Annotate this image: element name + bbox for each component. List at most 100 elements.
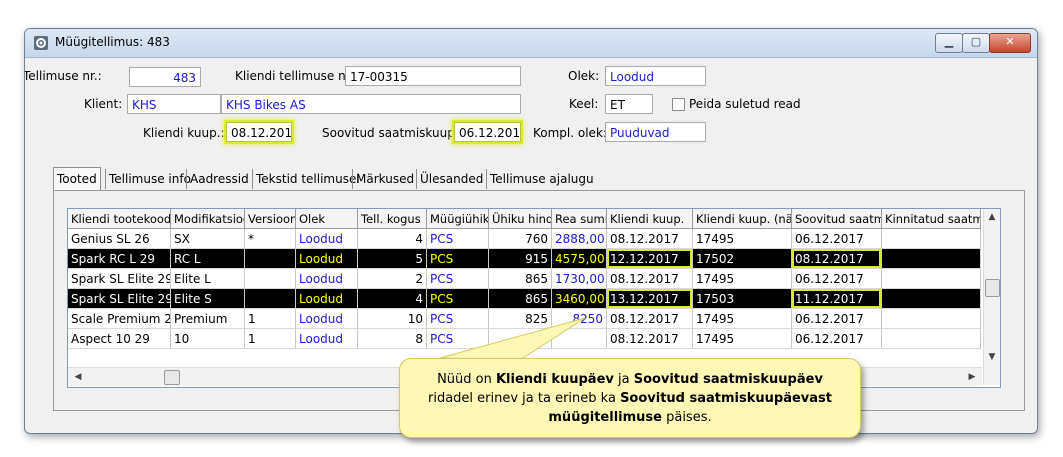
cell-row-sum: 2888,00 (552, 229, 607, 249)
col-header-product-code[interactable]: Kliendi tootekood (68, 209, 171, 229)
table-row[interactable]: Spark SL Elite 29 Elite S Loodud 4 PCS 8… (68, 289, 981, 309)
cell-version (245, 269, 296, 289)
minimize-button[interactable]: ▁ (935, 33, 963, 53)
cell-confirmed-ship (882, 269, 981, 289)
client-name-field[interactable]: KHS Bikes AS (221, 94, 521, 114)
status-label: Olek: (568, 69, 600, 83)
tab-ulesanded[interactable]: Ülesanded (416, 169, 486, 189)
cell-product-code: Spark SL Elite 29 (68, 289, 171, 309)
cell-product-code: Aspect 10 29 (68, 329, 171, 349)
cell-unit-price: 865 (489, 289, 552, 309)
maximize-button[interactable]: ▢ (962, 33, 990, 53)
table-row[interactable]: Scale Premium 26 Premium 1 Loodud 10 PCS… (68, 309, 981, 329)
vertical-scrollbar[interactable]: ▲ ▼ (983, 209, 1000, 385)
client-order-nr-field[interactable]: 17-00315 (345, 66, 521, 86)
cell-row-sum: 1730,00 (552, 269, 607, 289)
cell-client-date: 08.12.2017 (607, 309, 693, 329)
cell-status: Loodud (296, 289, 358, 309)
cell-confirmed-ship (882, 249, 981, 269)
language-label: Keel: (569, 97, 599, 111)
col-header-row-sum[interactable]: Rea summ (552, 209, 607, 229)
cell-unit-price: 915 (489, 249, 552, 269)
cell-quantity: 4 (358, 229, 427, 249)
cell-client-date: 08.12.2017 (607, 229, 693, 249)
cell-modification: SX (171, 229, 245, 249)
tab-tooted[interactable]: Tooted (53, 167, 101, 192)
col-header-quantity[interactable]: Tell. kogus (358, 209, 427, 229)
table-row[interactable]: Aspect 10 29 10 1 Loodud 8 PCS 7 08.12.2… (68, 329, 981, 349)
cell-unit: PCS (427, 289, 489, 309)
cell-client-week: 17503 (693, 289, 792, 309)
scroll-down-arrow-icon[interactable]: ▼ (984, 349, 1000, 365)
cell-unit-price: 865 (489, 269, 552, 289)
order-nr-field[interactable]: 483 (129, 67, 201, 87)
callout-text-1: Nüüd on (437, 372, 496, 387)
cell-desired-ship: 11.12.2017 (792, 289, 882, 309)
col-header-desired-ship[interactable]: Soovitud saatmis (792, 209, 882, 229)
tab-tellimuse-info[interactable]: Tellimuse info (105, 169, 194, 189)
table-row[interactable]: Spark RC L 29 RC L Loodud 5 PCS 915 4575… (68, 249, 981, 269)
desired-ship-date-field[interactable]: 06.12.2017 (454, 122, 521, 142)
client-code-field[interactable]: KHS (127, 94, 221, 114)
scroll-right-arrow-icon[interactable]: ▶ (964, 368, 980, 386)
cell-modification: Elite L (171, 269, 245, 289)
tab-markused[interactable]: Märkused (352, 169, 417, 189)
col-header-unit-price[interactable]: Ühiku hind (489, 209, 552, 229)
callout-text-2: ja (613, 372, 634, 387)
callout-bold-client-date: Kliendi kuupäev (495, 372, 614, 387)
cell-modification: Elite S (171, 289, 245, 309)
cell-status: Loodud (296, 309, 358, 329)
cell-row-sum (552, 329, 607, 349)
cell-confirmed-ship (882, 289, 981, 309)
client-order-nr-label: Kliendi tellimuse nr.: (235, 69, 358, 83)
status-field[interactable]: Loodud (605, 66, 706, 86)
col-header-client-week[interactable]: Kliendi kuup. (näd (693, 209, 792, 229)
cell-client-week: 17495 (693, 329, 792, 349)
cell-quantity: 10 (358, 309, 427, 329)
cell-product-code: Spark SL Elite 29 (68, 269, 171, 289)
cell-row-sum: 8250 (552, 309, 607, 329)
cell-desired-ship: 06.12.2017 (792, 269, 882, 289)
tab-tellimuse-ajalugu[interactable]: Tellimuse ajalugu (486, 169, 597, 189)
cell-status: Loodud (296, 329, 358, 349)
completion-label: Kompl. olek: (533, 126, 607, 140)
hide-closed-label: Peida suletud read (689, 97, 801, 111)
vertical-scroll-thumb[interactable] (985, 279, 1000, 297)
tab-aadressid[interactable]: Aadressid (186, 169, 252, 189)
cell-product-code: Spark RC L 29 (68, 249, 171, 269)
col-header-version[interactable]: Versioon (245, 209, 296, 229)
scroll-up-arrow-icon[interactable]: ▲ (984, 209, 1000, 225)
table-row[interactable]: Genius SL 26 SX * Loodud 4 PCS 760 2888,… (68, 229, 981, 249)
scroll-left-arrow-icon[interactable]: ◀ (70, 368, 86, 386)
completion-field[interactable]: Puuduvad (605, 122, 706, 142)
cell-unit: PCS (427, 269, 489, 289)
cell-desired-ship: 06.12.2017 (792, 329, 882, 349)
cell-client-week: 17502 (693, 249, 792, 269)
hide-closed-checkbox[interactable] (672, 98, 685, 111)
horizontal-scroll-thumb[interactable] (164, 370, 180, 385)
language-field[interactable]: ET (605, 94, 653, 114)
cell-unit: PCS (427, 329, 489, 349)
col-header-unit[interactable]: Müügiühik (427, 209, 489, 229)
cell-version: 1 (245, 309, 296, 329)
window-title: Müügitellimus: 483 (55, 35, 170, 49)
cell-row-sum: 4575,00 (552, 249, 607, 269)
tab-tekstid-tellimusel[interactable]: Tekstid tellimusel (252, 169, 363, 189)
close-button[interactable]: ✕ (989, 33, 1031, 53)
grid-header-row: Kliendi tootekood Modifikatsioo Versioon… (68, 209, 981, 229)
col-header-modification[interactable]: Modifikatsioo (171, 209, 245, 229)
cell-unit: PCS (427, 229, 489, 249)
client-date-field[interactable]: 08.12.2017 (226, 122, 292, 142)
table-row[interactable]: Spark SL Elite 29 Elite L Loodud 2 PCS 8… (68, 269, 981, 289)
cell-desired-ship: 06.12.2017 (792, 229, 882, 249)
cell-version (245, 289, 296, 309)
cell-unit: PCS (427, 309, 489, 329)
cell-client-date: 08.12.2017 (607, 329, 693, 349)
col-header-confirmed-ship[interactable]: Kinnitatud saatmi (882, 209, 981, 229)
cell-quantity: 4 (358, 289, 427, 309)
cell-client-week: 17495 (693, 269, 792, 289)
cell-client-date: 08.12.2017 (607, 269, 693, 289)
col-header-status[interactable]: Olek (296, 209, 358, 229)
cell-status: Loodud (296, 229, 358, 249)
col-header-client-date[interactable]: Kliendi kuup. (607, 209, 693, 229)
